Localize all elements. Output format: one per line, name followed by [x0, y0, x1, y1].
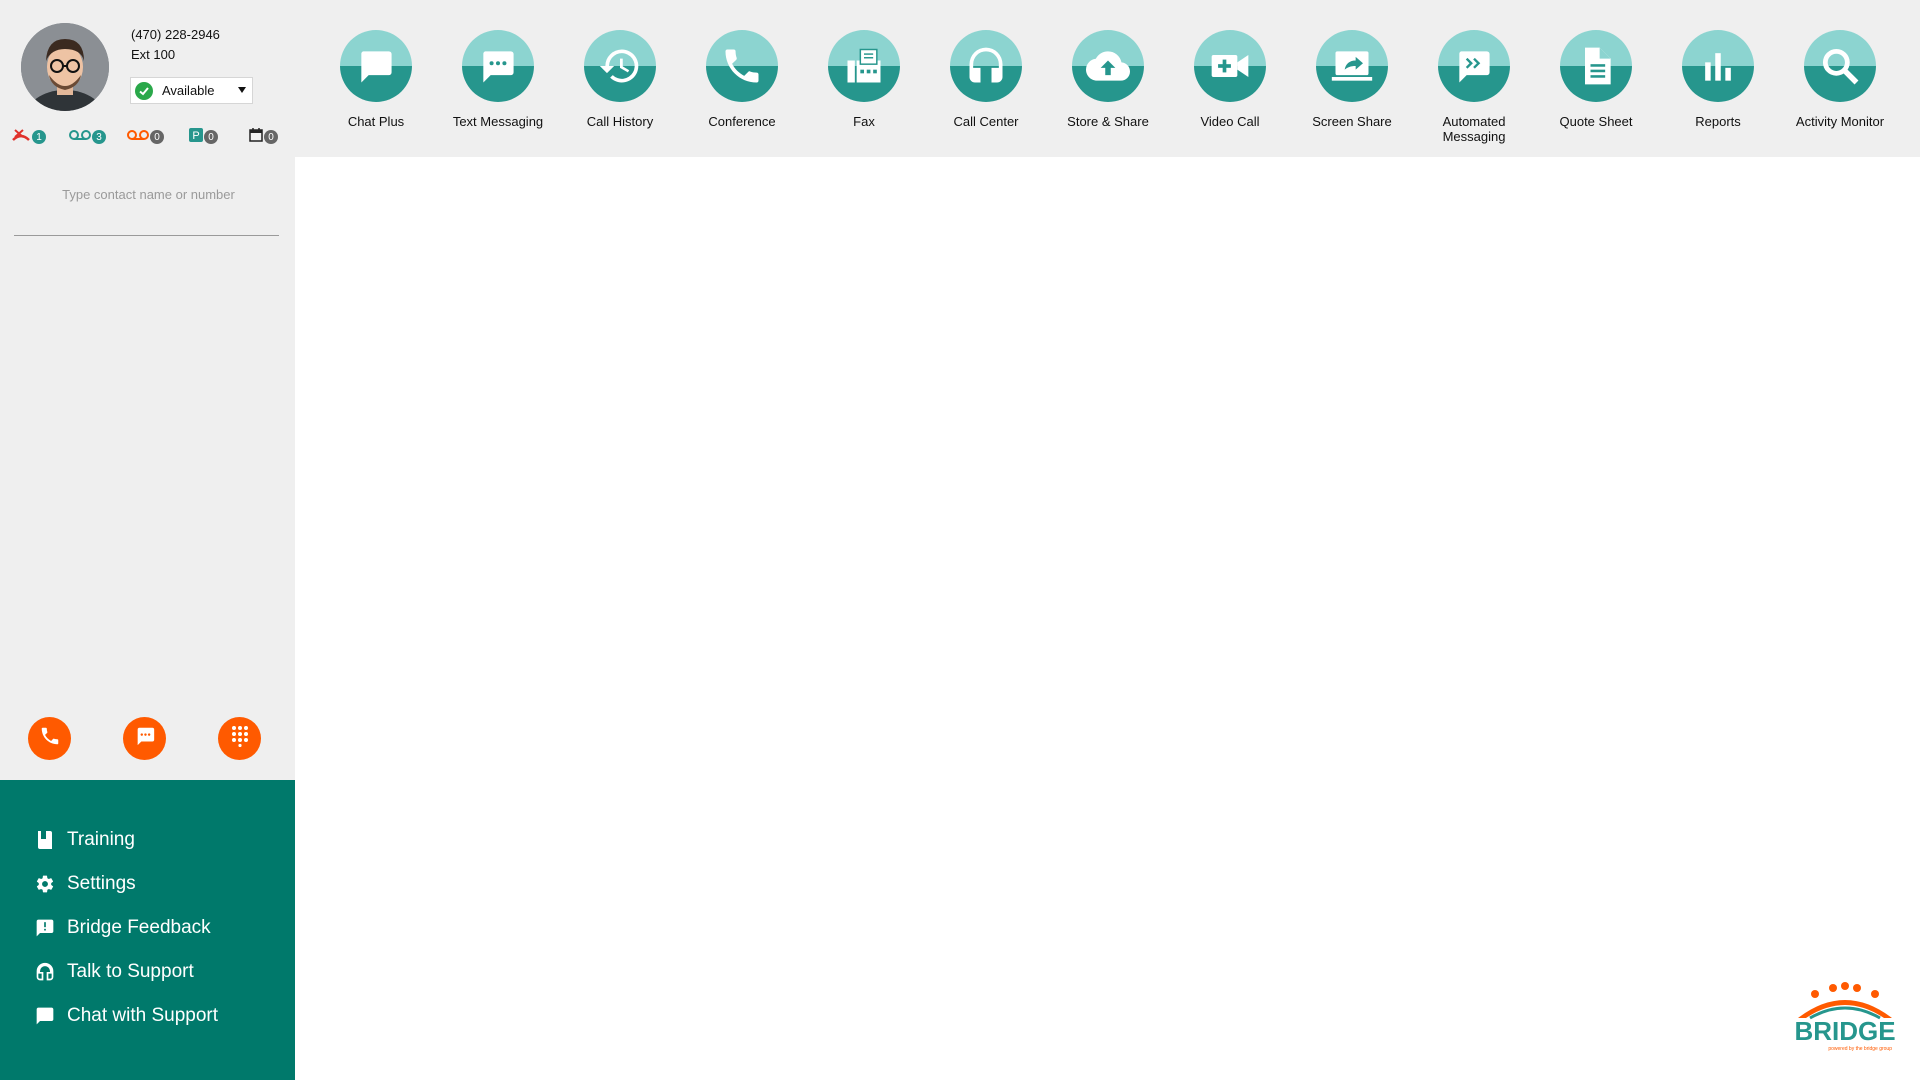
voicemail-orange-counter[interactable]: 0	[127, 128, 164, 146]
headset-icon	[35, 962, 55, 982]
tool-reports[interactable]: Reports	[1657, 30, 1779, 150]
tool-label: Quote Sheet	[1559, 114, 1633, 129]
voicemail-counter[interactable]: 3	[69, 128, 106, 146]
gear-icon	[35, 874, 55, 894]
tool-call-center[interactable]: Call Center	[925, 30, 1047, 150]
svg-text:P: P	[192, 130, 199, 142]
tool-label: Text Messaging	[452, 114, 544, 129]
menu-item-bridge-feedback[interactable]: Bridge Feedback	[35, 913, 211, 943]
tool-label: Activity Monitor	[1795, 114, 1885, 129]
tool-video-call[interactable]: Video Call	[1169, 30, 1291, 150]
menu-item-talk-to-support[interactable]: Talk to Support	[35, 957, 194, 987]
parked-calls-count: 0	[204, 130, 218, 144]
menu-item-label: Settings	[67, 873, 136, 894]
parking-icon: P	[189, 127, 203, 147]
cloud-upload-icon	[1072, 30, 1144, 102]
voicemail-orange-icon	[127, 128, 149, 146]
tool-label: Reports	[1695, 114, 1741, 129]
menu-item-label: Talk to Support	[67, 961, 194, 982]
menu-item-label: Bridge Feedback	[67, 917, 211, 938]
tool-text-messaging[interactable]: Text Messaging	[437, 30, 559, 150]
contact-search	[14, 180, 283, 236]
chat-bubble-icon	[35, 1006, 55, 1026]
tool-label: Automated Messaging	[1442, 114, 1506, 144]
tool-store-and-share[interactable]: Store & Share	[1047, 30, 1169, 150]
tool-screen-share[interactable]: Screen Share	[1291, 30, 1413, 150]
top-toolbar: Chat Plus Text Messaging Call History Co…	[295, 0, 1920, 157]
extension: Ext 100	[131, 47, 176, 62]
tool-label: Call Center	[953, 114, 1019, 129]
dialpad-icon	[230, 725, 250, 752]
feedback-icon	[35, 918, 55, 938]
fax-icon	[828, 30, 900, 102]
menu-item-settings[interactable]: Settings	[35, 869, 136, 899]
tool-label: Fax	[853, 114, 875, 129]
tool-label: Chat Plus	[347, 114, 405, 129]
avatar[interactable]	[21, 23, 109, 111]
tool-chat-plus[interactable]: Chat Plus	[315, 30, 437, 150]
tool-quote-sheet[interactable]: Quote Sheet	[1535, 30, 1657, 150]
tool-label: Screen Share	[1312, 114, 1392, 129]
voicemail-count: 3	[92, 130, 106, 144]
left-panel: (470) 228-2946 Ext 100 Available 1 3 0 P…	[0, 0, 295, 780]
missed-calls-counter[interactable]: 1	[11, 128, 46, 146]
screen-share-icon	[1316, 30, 1388, 102]
tool-label: Call History	[586, 114, 654, 129]
menu-item-label: Chat with Support	[67, 1005, 219, 1026]
missed-calls-count: 1	[32, 130, 46, 144]
phone-number: (470) 228-2946	[131, 27, 220, 42]
tool-fax[interactable]: Fax	[803, 30, 925, 150]
missed-call-icon	[11, 128, 31, 147]
bar-chart-icon	[1682, 30, 1754, 102]
tool-label: Video Call	[1200, 114, 1260, 129]
tool-label: Store & Share	[1067, 114, 1149, 129]
tool-call-history[interactable]: Call History	[559, 30, 681, 150]
profile-section: (470) 228-2946 Ext 100 Available 1 3 0 P…	[0, 0, 295, 157]
calendar-counter[interactable]: 0	[249, 127, 278, 147]
logo-text: BRIDGE	[1794, 1016, 1895, 1046]
search-icon	[1804, 30, 1876, 102]
phone-icon	[39, 725, 61, 752]
menu-item-chat-with-support[interactable]: Chat with Support	[35, 1001, 218, 1031]
headset-icon	[950, 30, 1022, 102]
contact-search-input[interactable]	[14, 180, 283, 208]
tool-label: Conference	[708, 114, 776, 129]
status-label: Available	[162, 83, 215, 98]
dialpad-button[interactable]	[218, 717, 261, 760]
calendar-icon	[249, 127, 263, 147]
status-dropdown[interactable]: Available	[130, 77, 253, 104]
tool-conference[interactable]: Conference	[681, 30, 803, 150]
avatar-image	[21, 23, 109, 111]
history-icon	[584, 30, 656, 102]
tool-automated-messaging[interactable]: Automated Messaging	[1413, 30, 1535, 150]
sms-icon	[462, 30, 534, 102]
menu-item-label: Training	[67, 829, 135, 850]
tool-activity-monitor[interactable]: Activity Monitor	[1779, 30, 1901, 150]
caret-down-icon	[238, 87, 246, 93]
document-icon	[1560, 30, 1632, 102]
video-call-icon	[1194, 30, 1266, 102]
chat-bubble-icon	[340, 30, 412, 102]
voicemail-orange-count: 0	[150, 130, 164, 144]
calendar-count: 0	[264, 130, 278, 144]
support-menu: Training Settings Bridge Feedback Talk t…	[0, 780, 295, 1080]
parked-calls-counter[interactable]: P 0	[189, 127, 218, 147]
bridge-logo: BRIDGE powered by the bridge group	[1788, 980, 1903, 1052]
voicemail-icon	[69, 128, 91, 146]
call-button[interactable]	[28, 717, 71, 760]
check-circle-icon	[135, 81, 153, 100]
message-button[interactable]	[123, 717, 166, 760]
counters-bar: 1 3 0 P 0 0	[11, 127, 286, 147]
phone-icon	[706, 30, 778, 102]
menu-item-training[interactable]: Training	[35, 825, 135, 855]
automated-message-icon	[1438, 30, 1510, 102]
book-icon	[35, 830, 55, 850]
logo-tagline: powered by the bridge group	[1828, 1046, 1892, 1052]
chat-icon	[134, 725, 156, 752]
